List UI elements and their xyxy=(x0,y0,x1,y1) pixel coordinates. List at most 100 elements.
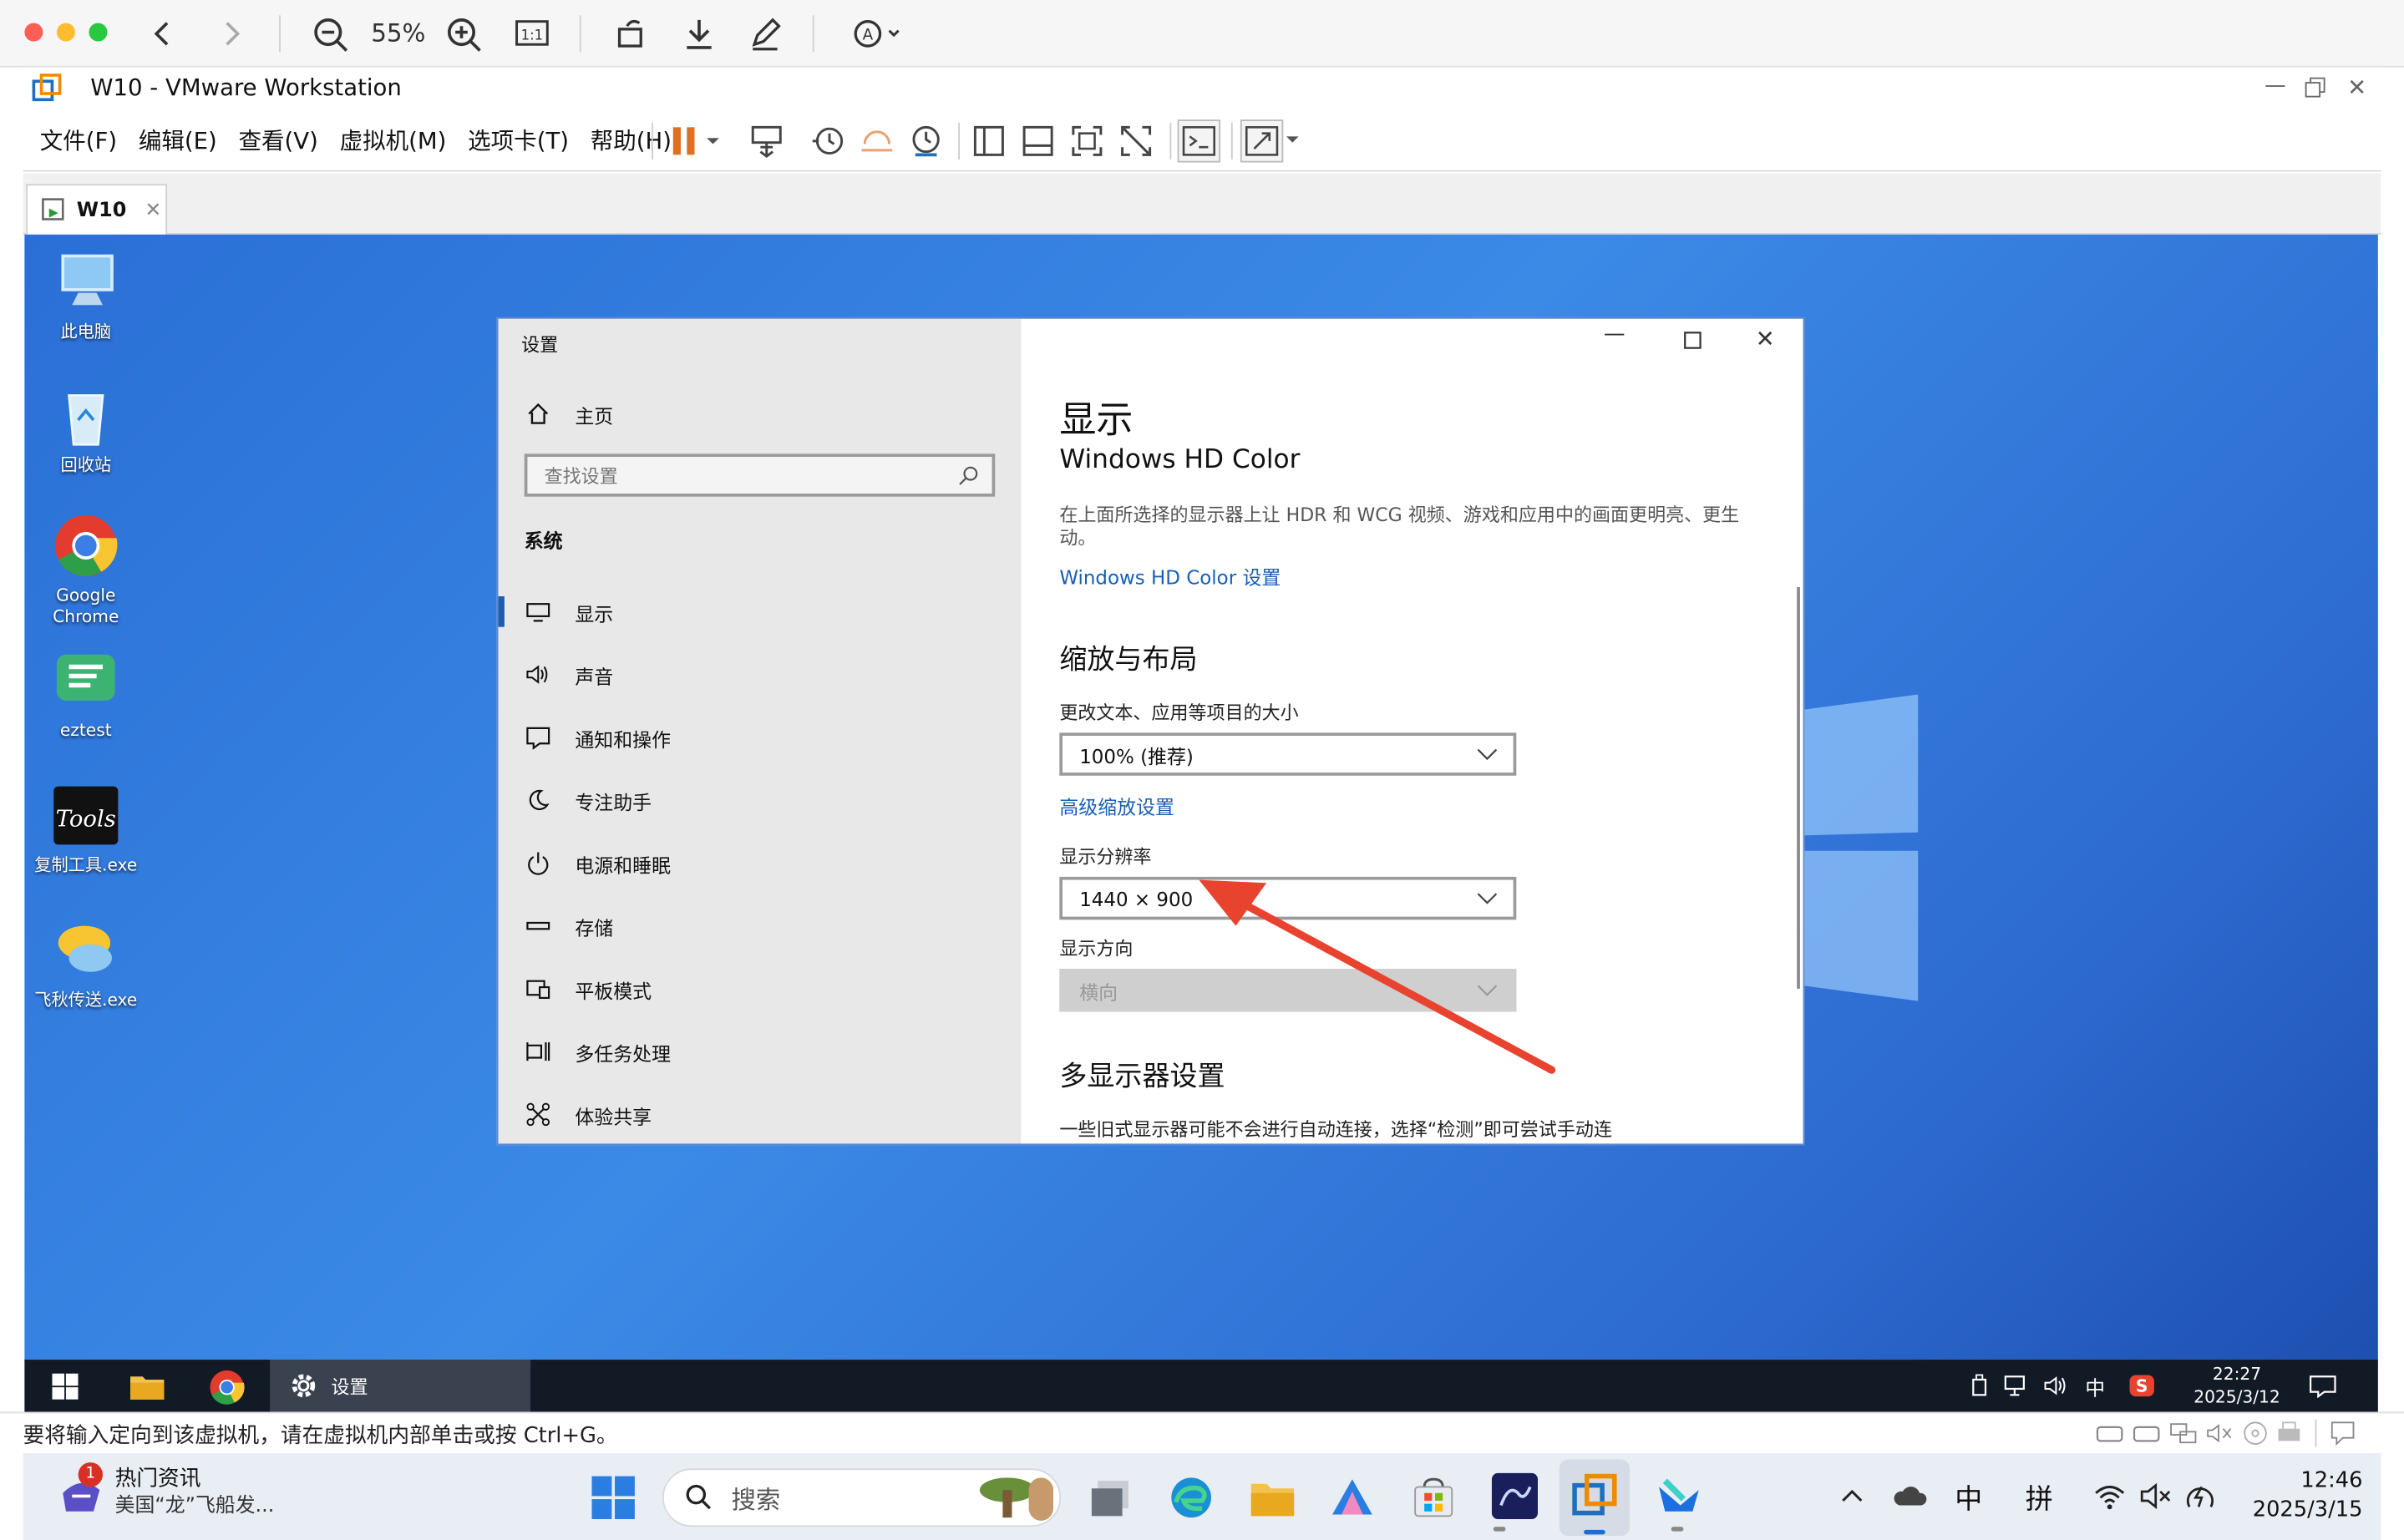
menu-file[interactable]: 文件(F) xyxy=(40,124,117,157)
nav-power[interactable]: 电源和睡眠 xyxy=(523,840,671,886)
forward-chevron-icon[interactable] xyxy=(216,13,247,55)
tab-w10[interactable]: W10 ✕ xyxy=(26,184,168,235)
menu-edit[interactable]: 编辑(E) xyxy=(139,124,217,157)
printer-icon[interactable] xyxy=(2275,1420,2303,1447)
nav-sound[interactable]: 声音 xyxy=(523,651,613,697)
back-chevron-icon[interactable] xyxy=(147,13,178,55)
desktop-icon-eztest[interactable]: eztest xyxy=(24,646,147,742)
nav-storage[interactable]: 存储 xyxy=(523,903,613,949)
full-screen-icon[interactable] xyxy=(1068,123,1105,160)
microsoft-store-icon[interactable] xyxy=(1411,1475,1457,1521)
snapshot-manager-icon[interactable] xyxy=(908,123,945,160)
sound-card-icon[interactable] xyxy=(2204,1420,2235,1447)
host-ime-mode[interactable]: 中 xyxy=(1955,1477,1982,1517)
taskbar-settings-app[interactable]: 设置 xyxy=(270,1360,531,1412)
settings-search-input[interactable]: 查找设置 xyxy=(524,453,996,497)
unity-mode-icon[interactable] xyxy=(1118,123,1154,160)
minimize-icon[interactable]: — xyxy=(1604,322,1625,346)
nav-tablet[interactable]: 平板模式 xyxy=(523,965,652,1011)
actual-size-icon[interactable]: 1:1 xyxy=(514,13,550,55)
desktop-icon-tools[interactable]: Tools 复制工具.exe xyxy=(24,780,147,877)
revert-snapshot-icon[interactable] xyxy=(859,123,895,160)
host-clock[interactable]: 12:46 2025/3/15 xyxy=(2231,1467,2363,1526)
markup-pen-icon[interactable] xyxy=(747,13,784,55)
desktop-icon-recycle-bin[interactable]: 回收站 xyxy=(24,380,147,477)
advanced-scaling-link[interactable]: 高级缩放设置 xyxy=(1059,791,1174,820)
usb-device-icon[interactable] xyxy=(1969,1374,1991,1398)
host-search-box[interactable]: 搜索 xyxy=(662,1468,1062,1527)
desktop-icon-this-pc[interactable]: 此电脑 xyxy=(24,247,147,344)
nav-multitasking[interactable]: 多任务处理 xyxy=(523,1029,671,1075)
zoom-window-button[interactable] xyxy=(89,23,108,42)
library-view-icon[interactable] xyxy=(971,123,1007,160)
news-widget-icon: 1 xyxy=(53,1462,109,1521)
windows-start-icon[interactable] xyxy=(52,1373,79,1400)
hdd-icon[interactable] xyxy=(2131,1420,2162,1447)
mute-speaker-icon[interactable] xyxy=(2139,1481,2173,1512)
chrome-icon[interactable] xyxy=(209,1369,246,1406)
desktop-icon-feiqiu[interactable]: 飞秋传送.exe xyxy=(24,915,147,1012)
scale-dropdown[interactable]: 100% (推荐) xyxy=(1059,732,1517,776)
screen-recorder-icon[interactable] xyxy=(1490,1472,1539,1521)
feishu-icon[interactable] xyxy=(1653,1472,1702,1521)
annotate-menu-icon[interactable]: A xyxy=(850,13,905,55)
menu-view[interactable]: 查看(V) xyxy=(238,124,317,157)
zoom-in-icon[interactable] xyxy=(444,13,484,55)
action-center-icon[interactable] xyxy=(2309,1374,2336,1398)
stretch-view-icon[interactable] xyxy=(1240,119,1284,163)
sogou-ime-icon[interactable]: S xyxy=(2128,1372,2156,1400)
task-view-icon[interactable] xyxy=(1088,1475,1134,1521)
snapshot-icon[interactable] xyxy=(809,123,846,160)
nav-focus-assist[interactable]: 专注助手 xyxy=(523,778,652,823)
nav-display[interactable]: 显示 xyxy=(523,589,613,635)
resolution-dropdown[interactable]: 1440 × 900 xyxy=(1059,876,1517,920)
maximize-icon[interactable] xyxy=(1683,331,1702,349)
thumbnail-view-icon[interactable] xyxy=(1020,123,1057,160)
nav-shared-experiences[interactable]: 体验共享 xyxy=(523,1092,652,1137)
menu-tabs[interactable]: 选项卡(T) xyxy=(468,124,569,157)
guest-clock[interactable]: 22:27 2025/3/12 xyxy=(2177,1363,2296,1409)
menu-vm[interactable]: 虚拟机(M) xyxy=(340,124,447,157)
rotate-icon[interactable] xyxy=(613,13,650,55)
copilot-icon[interactable] xyxy=(1329,1475,1375,1521)
close-window-button[interactable] xyxy=(24,23,43,42)
news-widget[interactable]: 1 热门资讯 美国“龙”飞船发... xyxy=(53,1462,274,1521)
edge-icon[interactable] xyxy=(1169,1475,1215,1521)
message-log-icon[interactable] xyxy=(2329,1420,2356,1447)
close-icon[interactable]: ✕ xyxy=(1756,325,1775,352)
send-ctrl-alt-del-icon[interactable] xyxy=(748,123,785,160)
cd-rom-icon[interactable] xyxy=(2242,1420,2270,1447)
minimize-window-button[interactable] xyxy=(56,23,75,42)
share-icon xyxy=(523,1102,554,1127)
minimize-icon[interactable]: — xyxy=(2265,73,2286,98)
console-view-icon[interactable] xyxy=(1177,119,1221,163)
svg-text:Tools: Tools xyxy=(56,805,116,832)
nav-home[interactable]: 主页 xyxy=(523,391,613,437)
windows-start-icon[interactable] xyxy=(591,1475,637,1521)
hdr-settings-link[interactable]: Windows HD Color 设置 xyxy=(1059,561,1281,590)
wifi-icon[interactable] xyxy=(2092,1481,2126,1512)
battery-charging-icon[interactable] xyxy=(2183,1479,2217,1512)
restore-icon[interactable] xyxy=(2305,77,2326,99)
content-scrollbar[interactable] xyxy=(1797,586,1800,989)
host-ime-pinyin[interactable]: 拼 xyxy=(2026,1477,2053,1517)
nav-notifications[interactable]: 通知和操作 xyxy=(523,714,671,760)
zoom-out-icon[interactable] xyxy=(312,13,352,55)
network-icon[interactable] xyxy=(2004,1374,2031,1398)
volume-icon[interactable] xyxy=(2044,1374,2072,1398)
file-explorer-icon[interactable] xyxy=(129,1370,165,1401)
menu-help[interactable]: 帮助(H) xyxy=(591,124,672,157)
chevron-up-icon[interactable] xyxy=(1840,1484,1864,1508)
desktop-icon-chrome[interactable]: Google Chrome xyxy=(24,510,147,628)
guest-ime-indicator[interactable]: 中 xyxy=(2085,1372,2105,1401)
vmware-taskbar-button[interactable] xyxy=(1559,1459,1631,1537)
chevron-down-icon[interactable] xyxy=(1285,132,1300,147)
file-explorer-icon[interactable] xyxy=(1248,1475,1297,1521)
network-adapter-icon[interactable] xyxy=(2168,1420,2199,1447)
tab-close-icon[interactable]: ✕ xyxy=(145,199,161,222)
hdd-icon[interactable] xyxy=(2094,1420,2125,1447)
close-icon[interactable]: ✕ xyxy=(2347,73,2366,101)
onedrive-cloud-icon[interactable] xyxy=(1890,1481,1927,1512)
pause-button[interactable] xyxy=(667,123,728,160)
download-icon[interactable] xyxy=(681,13,718,55)
